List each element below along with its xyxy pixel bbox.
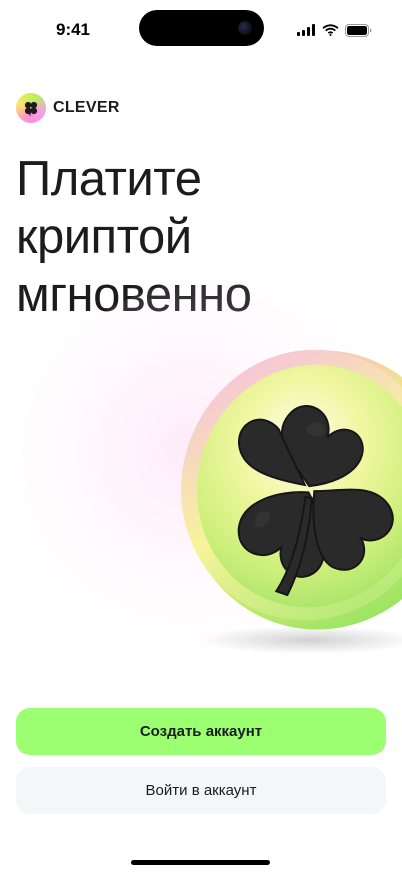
login-button[interactable]: Войти в аккаунт	[16, 767, 386, 814]
headline-line: Платите	[16, 152, 202, 206]
headline-line: криптой	[16, 210, 192, 264]
brand-name: CLEVER	[53, 99, 120, 116]
clover-coin-icon	[181, 349, 402, 654]
home-indicator[interactable]	[131, 860, 270, 865]
status-time: 9:41	[55, 20, 91, 39]
status-bar: 9:41	[0, 0, 402, 56]
cellular-signal-icon	[297, 24, 315, 36]
front-camera-icon	[238, 21, 252, 35]
wifi-icon	[322, 24, 339, 36]
battery-icon	[345, 23, 372, 37]
status-icons	[297, 23, 372, 37]
welcome-screen: 9:41 CLEVER Платите криптой Создать акка…	[0, 0, 402, 874]
create-account-button[interactable]: Создать аккаунт	[16, 708, 386, 755]
dynamic-island	[139, 10, 264, 46]
clover-icon	[16, 93, 46, 123]
brand-header: CLEVER	[16, 93, 120, 123]
